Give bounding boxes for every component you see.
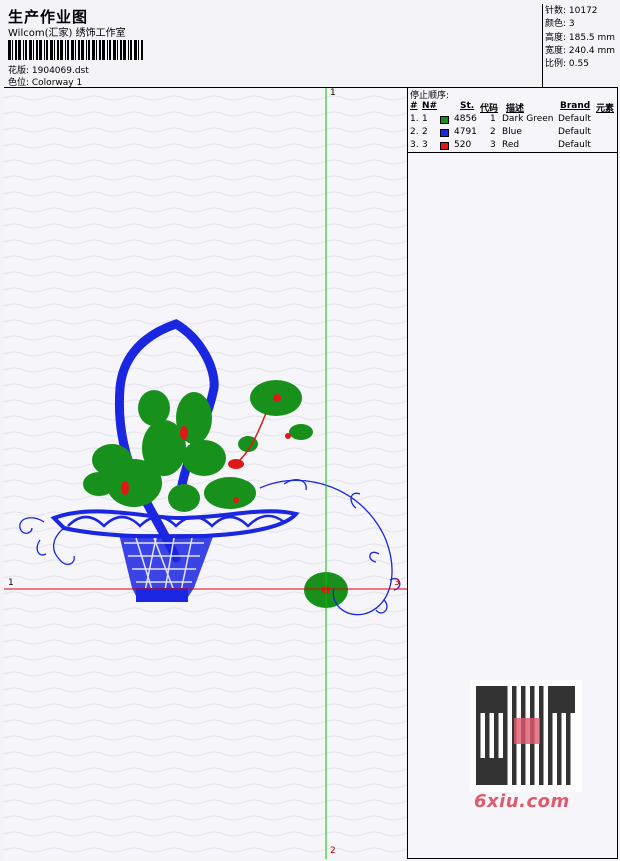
row-color-swatch xyxy=(440,129,449,137)
row-brand: Default xyxy=(558,114,591,124)
axis-label-bottom: 2 xyxy=(330,846,336,856)
row-needle: 2 xyxy=(422,127,428,137)
col-header-brand: Brand xyxy=(560,101,591,111)
design-scale: 比例: 0.55 xyxy=(545,59,589,70)
studio-name: Wilcom(汇家) 绣饰工作室 xyxy=(8,28,126,39)
row-needle: 3 xyxy=(422,140,428,150)
barcode xyxy=(8,40,143,60)
stop-sequence-rows: 1. 1 4856 1 Dark Green Default 2. 2 4791 2 Blue Def… xyxy=(410,114,616,153)
design-canvas[interactable]: 1 1 2 3 xyxy=(4,88,408,859)
row-code: 2 xyxy=(490,127,496,137)
qr-center-logo xyxy=(514,718,540,744)
col-header-index: # xyxy=(410,101,418,111)
row-description: Dark Green xyxy=(502,114,554,124)
col-header-code: 代码 xyxy=(480,104,499,114)
axis-label-top: 1 xyxy=(330,88,336,98)
row-color-swatch xyxy=(440,142,449,150)
row-brand: Default xyxy=(558,127,591,137)
row-index: 1. xyxy=(410,114,419,124)
row-color-swatch xyxy=(440,116,449,124)
watermark-brand-text: 6xiu.com xyxy=(474,791,570,812)
design-width: 宽度: 240.4 mm xyxy=(545,45,616,56)
panel-divider xyxy=(408,152,618,153)
stop-sequence-row[interactable]: 1. 1 4856 1 Dark Green Default xyxy=(410,114,616,127)
row-code: 3 xyxy=(490,140,496,150)
row-brand: Default xyxy=(558,140,591,150)
sheet-header: 生产作业图 Wilcom(汇家) 绣饰工作室 花版: 1904069.dst 色… xyxy=(4,4,618,88)
row-description: Blue xyxy=(502,127,522,137)
col-header-stitches: St. xyxy=(460,101,475,111)
color-count: 颜色: 3 xyxy=(545,19,575,30)
col-header-element: 元素 xyxy=(596,104,615,114)
stop-sequence-row[interactable]: 2. 2 4791 2 Blue Default xyxy=(410,127,616,140)
row-stitches: 4791 xyxy=(454,127,477,137)
row-index: 3. xyxy=(410,140,419,150)
row-code: 1 xyxy=(490,114,496,124)
axis-label-right: 3 xyxy=(394,578,400,588)
axis-label-left: 1 xyxy=(8,578,14,588)
row-stitches: 520 xyxy=(454,140,472,150)
stop-sequence-label: 停止顺序: xyxy=(410,91,450,101)
colorway-label: 色位: Colorway 1 xyxy=(8,78,83,88)
col-header-desc: 描述 xyxy=(506,104,525,114)
basket-base xyxy=(136,588,188,602)
row-stitches: 4856 xyxy=(454,114,477,124)
col-header-n: N# xyxy=(422,101,438,111)
design-height: 高度: 185.5 mm xyxy=(545,32,616,43)
specs-panel: 针数: 10172 颜色: 3 高度: 185.5 mm 宽度: 240.4 m… xyxy=(542,4,618,88)
embroidery-preview xyxy=(4,88,407,859)
row-description: Red xyxy=(502,140,520,150)
row-index: 2. xyxy=(410,127,419,137)
stop-sequence-headers: # N# St. 代码 描述 Brand 元素 xyxy=(410,101,616,114)
row-needle: 1 xyxy=(422,114,428,124)
stitch-count: 针数: 10172 xyxy=(545,6,598,16)
